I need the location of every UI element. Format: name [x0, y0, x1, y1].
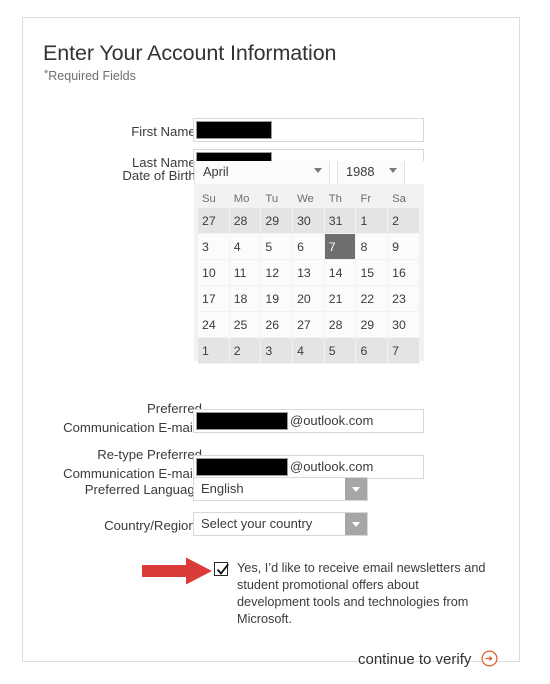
calendar-day[interactable]: 28: [229, 208, 262, 234]
calendar-week-row: 27 28 29 30 31 1 2: [198, 208, 420, 234]
calendar-day[interactable]: 3: [261, 338, 294, 364]
preferred-email-suffix: @outlook.com: [290, 413, 374, 428]
page-title: Enter Your Account Information: [43, 41, 337, 65]
country-region-value: Select your country: [201, 516, 313, 531]
required-fields-note: *Required Fields: [44, 68, 136, 83]
calendar-day[interactable]: 2: [388, 208, 420, 234]
calendar-day[interactable]: 14: [324, 260, 357, 286]
preferred-email-input[interactable]: @outlook.com: [193, 409, 424, 433]
calendar-weekday: Tu: [265, 193, 279, 205]
calendar-weekday: Fr: [360, 193, 372, 205]
chevron-down-icon: [314, 168, 322, 173]
calendar-weekday: Mo: [233, 193, 250, 205]
calendar-day[interactable]: 1: [198, 338, 230, 364]
calendar-day[interactable]: 4: [229, 234, 262, 260]
calendar-day[interactable]: 4: [293, 338, 325, 364]
calendar-week-row: 17 18 19 20 21 22 23: [198, 286, 420, 312]
calendar-day[interactable]: 18: [229, 286, 262, 312]
calendar-day[interactable]: 21: [324, 286, 357, 312]
calendar-weekday: Th: [328, 193, 342, 205]
preferred-language-value: English: [201, 481, 244, 496]
calendar-day[interactable]: 24: [198, 312, 230, 338]
calendar-weekday: We: [297, 193, 314, 205]
calendar-weekday-header: Su Mo Tu We Th Fr Sa: [198, 190, 420, 208]
calendar-day[interactable]: 25: [229, 312, 262, 338]
calendar-weekday: Su: [202, 193, 216, 205]
calendar-day[interactable]: 11: [229, 260, 262, 286]
country-region-label: Country/Region*: [104, 518, 202, 533]
circle-arrow-right-icon: [481, 650, 498, 671]
month-select[interactable]: April: [194, 161, 330, 184]
calendar-day[interactable]: 30: [388, 312, 420, 338]
calendar-day[interactable]: 29: [356, 312, 389, 338]
calendar-week-row: 1234567: [198, 338, 420, 364]
calendar-day[interactable]: 27: [198, 208, 230, 234]
calendar-day[interactable]: 29: [261, 208, 294, 234]
continue-to-verify-button[interactable]: continue to verify: [358, 650, 498, 671]
calendar-week-row: 3456789: [198, 234, 420, 260]
checkmark-icon: [216, 563, 229, 575]
retype-email-redaction: [196, 458, 288, 476]
calendar-days: 27 28 29 30 31 1 2 3 4 5 6 7 8 9 10 11 12 13 14 15 16 17 18 19 2…: [198, 208, 420, 364]
annotation-arrow-icon: [142, 556, 214, 586]
required-fields-label: Required Fields: [48, 69, 136, 83]
calendar-day[interactable]: 5: [261, 234, 294, 260]
calendar-day[interactable]: 3: [198, 234, 230, 260]
continue-to-verify-label: continue to verify: [358, 651, 472, 668]
calendar-day-selected[interactable]: 7: [324, 234, 357, 260]
calendar-day[interactable]: 20: [293, 286, 325, 312]
preferred-language-select[interactable]: English: [193, 477, 368, 501]
calendar-day[interactable]: 8: [356, 234, 389, 260]
chevron-down-icon: [389, 168, 397, 173]
calendar-day[interactable]: 12: [261, 260, 294, 286]
calendar-day[interactable]: 30: [293, 208, 325, 234]
account-information-form-card: Enter Your Account Information *Required…: [22, 17, 520, 668]
chevron-down-icon: [352, 522, 360, 527]
calendar-day[interactable]: 26: [261, 312, 294, 338]
retype-email-label: Re-type Preferred Communication E-mail*: [63, 447, 202, 481]
calendar-day[interactable]: 28: [324, 312, 357, 338]
calendar-day[interactable]: 10: [198, 260, 230, 286]
calendar-day[interactable]: 7: [388, 338, 420, 364]
preferred-email-label: Preferred Communication E-mail*: [63, 401, 202, 435]
first-name-redaction: [196, 121, 272, 139]
date-of-birth-label: Date of Birth*: [122, 168, 202, 183]
preferred-email-redaction: [196, 412, 288, 430]
calendar-day[interactable]: 2: [229, 338, 262, 364]
calendar-week-row: 10 11 12 13 14 15 16: [198, 260, 420, 286]
calendar-weekday: Sa: [392, 193, 406, 205]
calendar-day[interactable]: 31: [324, 208, 357, 234]
calendar-day[interactable]: 16: [388, 260, 420, 286]
newsletter-optin-text: Yes, I’d like to receive email newslette…: [237, 561, 486, 626]
preferred-language-dropdown-button[interactable]: [345, 478, 367, 500]
first-name-label: First Name*: [131, 124, 202, 139]
retype-email-input[interactable]: @outlook.com: [193, 455, 424, 479]
first-name-input[interactable]: [193, 118, 424, 142]
chevron-down-icon: [352, 487, 360, 492]
calendar-day[interactable]: 13: [293, 260, 325, 286]
calendar-day[interactable]: 15: [356, 260, 389, 286]
country-region-select[interactable]: Select your country: [193, 512, 368, 536]
calendar-day[interactable]: 23: [388, 286, 420, 312]
retype-email-suffix: @outlook.com: [290, 459, 374, 474]
calendar-day[interactable]: 5: [324, 338, 357, 364]
newsletter-optin-checkbox[interactable]: [214, 562, 229, 576]
year-select[interactable]: 1988: [337, 161, 405, 184]
date-picker-selectors: April 1988: [194, 161, 424, 184]
calendar-day[interactable]: 6: [356, 338, 389, 364]
calendar-week-row: 24 25 26 27 28 29 30: [198, 312, 420, 338]
country-region-dropdown-button[interactable]: [345, 513, 367, 535]
calendar-day[interactable]: 6: [293, 234, 325, 260]
calendar-day[interactable]: 27: [293, 312, 325, 338]
calendar-day[interactable]: 17: [198, 286, 230, 312]
calendar-grid: Su Mo Tu We Th Fr Sa 27 28 29 30 31 1 2 3 4 5 6 7 8 9 10 11 12…: [198, 190, 420, 364]
month-select-value: April: [203, 164, 229, 179]
calendar-day[interactable]: 1: [356, 208, 389, 234]
calendar-day[interactable]: 19: [261, 286, 294, 312]
calendar-day[interactable]: 22: [356, 286, 389, 312]
preferred-language-label: Preferred Language: [84, 482, 202, 497]
date-picker-panel: April 1988 Su Mo Tu We Th Fr Sa 27 28 29 30 31 1 2 3 4…: [194, 161, 424, 364]
calendar-day[interactable]: 9: [388, 234, 420, 260]
year-select-value: 1988: [346, 164, 375, 179]
